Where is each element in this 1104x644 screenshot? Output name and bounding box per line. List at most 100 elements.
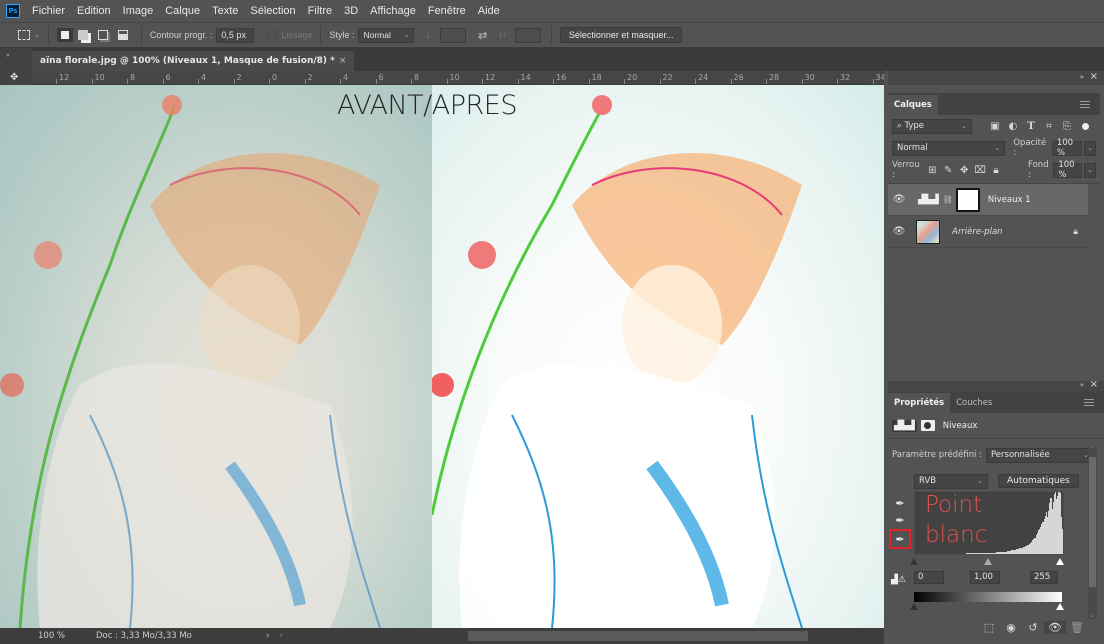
filter-adjustment-icon[interactable]: ◐ — [1006, 119, 1020, 133]
adjustment-title: Niveaux — [942, 420, 978, 431]
layer-niveaux-1[interactable]: 👁︎ ▟▙▟ ⛓︎ Niveaux 1 — [888, 184, 1088, 216]
preset-dropdown[interactable]: Personnalisée ⌄ — [985, 447, 1094, 463]
clipping-warning-icon[interactable]: ▟⚠ — [891, 575, 906, 585]
channel-row: RVB ⌄ Automatiques — [888, 470, 1104, 492]
select-and-mask-button[interactable]: Sélectionner et masquer... — [559, 27, 683, 43]
horizontal-scrollbar[interactable] — [468, 631, 808, 641]
link-chain-icon[interactable]: ⛓︎ — [943, 195, 953, 204]
options-bar: ⌄ Contour progr. : 0,5 px Lissage Style … — [0, 22, 1104, 48]
fill-input[interactable]: 100 % — [1053, 160, 1083, 180]
status-menu-arrow-icon[interactable]: › — [266, 631, 269, 641]
scrollbar-thumb[interactable] — [1089, 457, 1096, 587]
menu-3d[interactable]: 3D — [344, 5, 358, 17]
zoom-level[interactable]: 100 % — [0, 631, 66, 641]
filter-pixel-icon[interactable]: ▣ — [988, 119, 1002, 133]
input-white-field[interactable]: 255 — [1030, 571, 1058, 584]
rect-marquee-tool-icon[interactable] — [18, 30, 30, 40]
menu-fichier[interactable]: Fichier — [32, 5, 65, 17]
menu-calque[interactable]: Calque — [165, 5, 200, 17]
filter-shape-icon[interactable]: ⌗ — [1042, 119, 1056, 133]
filter-toggle-icon[interactable] — [1082, 122, 1089, 130]
style-dropdown[interactable]: Normal ⌄ — [358, 27, 415, 43]
tab-proprietes[interactable]: Propriétés — [888, 393, 951, 413]
collapse-panels-icon[interactable]: » — [1080, 73, 1084, 81]
lock-position-icon[interactable]: ✥ — [958, 163, 970, 177]
lock-paint-icon[interactable]: ✎ — [942, 163, 954, 177]
layer-arriere-plan[interactable]: 👁︎ Arrière-plan 🔒︎ — [888, 216, 1088, 248]
properties-scrollbar[interactable]: ⌃ ⌄ — [1088, 445, 1097, 619]
opacity-input[interactable]: 100 % — [1051, 138, 1083, 158]
filter-type-icon[interactable]: T — [1024, 119, 1038, 133]
visibility-eye-icon[interactable]: 👁︎ — [888, 194, 910, 205]
opacity-slider-toggle[interactable]: ⌄ — [1084, 140, 1096, 156]
lock-transparent-icon[interactable]: ⊞ — [926, 163, 938, 177]
filter-kind-dropdown[interactable]: ⌕ Type ⌄ — [892, 118, 972, 134]
scroll-up-icon[interactable]: ⌃ — [1089, 445, 1095, 453]
tab-calques[interactable]: Calques — [888, 95, 938, 115]
scroll-down-icon[interactable]: ⌄ — [1089, 611, 1095, 619]
input-white-slider[interactable] — [1056, 558, 1064, 565]
filter-smartobject-icon[interactable]: ⎘ — [1060, 119, 1074, 133]
gray-point-eyedropper-icon[interactable]: ✒︎ — [893, 513, 907, 527]
toggle-visibility-icon[interactable]: 👁︎ — [1044, 620, 1066, 634]
height-input[interactable] — [514, 27, 541, 43]
output-black-slider[interactable] — [910, 603, 918, 610]
delete-icon[interactable]: 🗑︎ — [1066, 621, 1088, 634]
collapse-toolbar-icon[interactable]: » — [6, 52, 10, 59]
input-black-slider[interactable] — [910, 558, 918, 565]
chevron-down-icon[interactable]: ⌄ — [34, 31, 40, 39]
document-tab[interactable]: aïna florale.jpg @ 100% (Niveaux 1, Masq… — [32, 51, 355, 71]
panel-menu-icon[interactable] — [1080, 101, 1090, 108]
menu-affichage[interactable]: Affichage — [370, 5, 416, 17]
menu-texte[interactable]: Texte — [212, 5, 238, 17]
close-panels-icon[interactable]: × — [1090, 71, 1098, 82]
auto-button[interactable]: Automatiques — [998, 474, 1079, 488]
levels-icon[interactable]: ▟▙▟ — [892, 419, 917, 432]
mask-icon[interactable] — [920, 420, 935, 431]
close-panel-icon[interactable]: × — [1090, 379, 1098, 390]
menu-edition[interactable]: Edition — [77, 5, 111, 17]
white-point-eyedropper-icon[interactable]: ✒︎ — [889, 529, 911, 549]
ruler-tick-label: 16 — [556, 73, 567, 82]
ruler-tick-label: 4 — [201, 73, 207, 82]
new-selection-icon[interactable] — [56, 28, 73, 42]
black-point-eyedropper-icon[interactable]: ✒︎ — [893, 496, 907, 510]
input-black-field[interactable]: 0 — [914, 571, 944, 584]
menu-aide[interactable]: Aide — [478, 5, 500, 17]
antialias-checkbox[interactable] — [268, 30, 278, 40]
input-gamma-slider[interactable] — [984, 558, 992, 565]
move-tool-icon[interactable]: ✥ — [10, 72, 18, 83]
layer-mask-thumbnail[interactable] — [955, 187, 980, 212]
panel-menu-icon[interactable] — [1084, 399, 1094, 406]
clip-to-layer-icon[interactable]: ⬚ — [978, 621, 1000, 634]
add-to-selection-icon[interactable] — [77, 30, 88, 40]
subtract-from-selection-icon[interactable] — [97, 30, 108, 40]
ruler-tick-label: 8 — [414, 73, 420, 82]
visibility-eye-icon[interactable]: 👁︎ — [888, 226, 910, 237]
ruler-tick-label: 30 — [804, 73, 815, 82]
close-tab-icon[interactable]: × — [339, 56, 347, 66]
output-white-slider[interactable] — [1056, 603, 1064, 610]
menu-selection[interactable]: Sélection — [250, 5, 295, 17]
lock-label: Verrou : — [892, 160, 920, 180]
width-input[interactable] — [440, 27, 467, 43]
feather-input[interactable]: 0,5 px — [216, 27, 255, 43]
lock-all-icon[interactable]: 🔒︎ — [990, 163, 1002, 177]
reset-icon[interactable]: ↺ — [1022, 621, 1044, 634]
canvas[interactable]: AVANT/APRES — [0, 85, 884, 628]
collapse-panel-icon[interactable]: » — [1080, 381, 1084, 389]
blend-mode-dropdown[interactable]: Normal ⌄ — [892, 140, 1006, 156]
channel-dropdown[interactable]: RVB ⌄ — [914, 473, 988, 489]
menu-filtre[interactable]: Filtre — [308, 5, 332, 17]
intersect-selection-icon[interactable] — [117, 30, 128, 40]
input-gamma-field[interactable]: 1,00 — [970, 571, 1000, 584]
fill-slider-toggle[interactable]: ⌄ — [1084, 162, 1096, 178]
lock-artboard-icon[interactable]: ⌧ — [974, 163, 986, 177]
tab-couches[interactable]: Couches — [950, 393, 998, 413]
view-previous-state-icon[interactable]: ◉ — [1000, 621, 1022, 634]
menu-fenetre[interactable]: Fenêtre — [428, 5, 466, 17]
menu-image[interactable]: Image — [123, 5, 154, 17]
lock-row: Verrou : ⊞ ✎ ✥ ⌧ 🔒︎ Fond : 100 % ⌄ — [888, 159, 1100, 181]
swap-icon[interactable]: ⇄ — [478, 29, 487, 42]
scroll-left-icon[interactable]: ‹ — [279, 631, 282, 641]
